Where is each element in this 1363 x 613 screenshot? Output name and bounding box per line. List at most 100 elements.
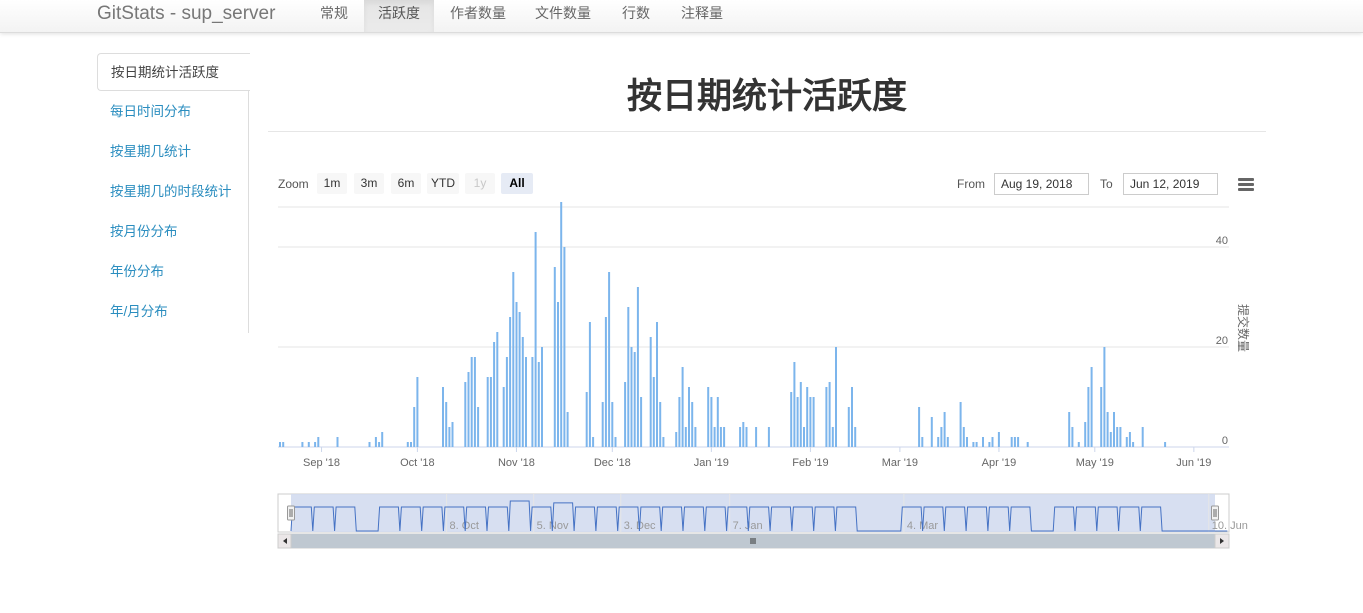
bar — [473, 357, 476, 447]
x-axis: Sep '18 Oct '18 Nov '18 Dec '18 Jan '19 Feb '… — [303, 447, 1211, 469]
bar — [723, 427, 726, 447]
bar — [588, 322, 591, 447]
navigator-scrollbar[interactable] — [277, 533, 1230, 549]
bar — [624, 382, 627, 447]
bar — [1068, 412, 1071, 447]
bar — [918, 407, 921, 447]
bar — [640, 397, 643, 447]
bar — [719, 427, 722, 447]
bar — [1087, 387, 1090, 447]
bar — [710, 397, 713, 447]
bar — [378, 442, 381, 447]
x-tick-label: Feb '19 — [792, 457, 828, 469]
navigator-tick-label: 10. Jun — [1212, 520, 1248, 532]
bar — [684, 427, 687, 447]
bar — [566, 412, 569, 447]
bar — [448, 427, 451, 447]
bar — [1026, 442, 1029, 447]
bar — [1071, 427, 1074, 447]
bar — [1013, 437, 1016, 447]
bar — [301, 442, 304, 447]
bar — [982, 437, 984, 447]
bar — [608, 272, 611, 447]
activity-chart: Sep '18 Oct '18 Nov '18 Dec '18 Jan '19 Feb '… — [277, 202, 1251, 549]
bar — [921, 437, 924, 447]
bar — [486, 377, 489, 447]
bar — [799, 382, 802, 447]
bar — [656, 322, 658, 447]
bar — [972, 442, 975, 447]
bar — [847, 407, 850, 447]
navigator[interactable]: 8. Oct 5. Nov 3. Dec 7. Jan 4. Mar 10. Jun — [277, 493, 1248, 533]
bar — [627, 307, 630, 447]
bar — [604, 317, 607, 447]
bar — [745, 427, 748, 447]
bar — [1128, 432, 1131, 447]
y-tick-label: 20 — [1216, 335, 1228, 347]
bar — [966, 437, 968, 447]
bar — [742, 422, 745, 447]
bar — [854, 427, 857, 447]
bar — [937, 437, 940, 447]
bar — [681, 367, 684, 447]
bar — [809, 397, 812, 447]
bar — [1090, 367, 1093, 447]
bar — [451, 422, 454, 447]
bar — [1132, 442, 1135, 447]
bar — [940, 427, 943, 447]
bar — [525, 357, 527, 447]
bar — [614, 437, 617, 447]
bar — [374, 437, 377, 447]
bar — [563, 247, 566, 447]
bar — [975, 442, 978, 447]
y-tick-label: 0 — [1222, 435, 1228, 447]
bar — [662, 437, 665, 447]
bar — [828, 382, 831, 447]
bar — [790, 392, 793, 447]
bar — [1125, 437, 1128, 447]
bar-series — [279, 202, 1167, 447]
bar — [381, 432, 384, 447]
bar — [739, 427, 742, 447]
y-tick-label: 40 — [1216, 235, 1228, 247]
bar — [707, 387, 710, 447]
bar — [649, 337, 652, 447]
bar — [1010, 437, 1013, 447]
bar — [755, 427, 758, 447]
bar — [531, 357, 534, 447]
bar — [694, 427, 697, 447]
bar — [713, 427, 716, 447]
bar — [505, 357, 508, 447]
bar — [534, 232, 537, 447]
bar — [806, 387, 809, 447]
bar — [675, 432, 678, 447]
bar — [1106, 412, 1109, 447]
bar — [946, 437, 949, 447]
y-axis-label: 提交数量 — [1236, 304, 1251, 352]
bar — [537, 362, 540, 447]
bar — [553, 267, 556, 447]
x-tick-label: Oct '18 — [400, 457, 435, 469]
bar — [1100, 387, 1103, 447]
bar — [831, 427, 834, 447]
navigator-left-handle[interactable] — [287, 505, 295, 521]
bar — [413, 407, 416, 447]
x-tick-label: Nov '18 — [498, 457, 535, 469]
navigator-right-handle[interactable] — [1211, 505, 1219, 521]
bar — [314, 442, 317, 447]
bar — [1116, 427, 1119, 447]
bar — [835, 347, 837, 447]
bar — [633, 352, 636, 447]
bar — [282, 442, 285, 447]
bar — [611, 402, 614, 447]
bar — [1109, 432, 1112, 447]
bar — [467, 372, 470, 447]
bar — [410, 442, 412, 447]
bar — [997, 432, 1000, 447]
bar — [991, 437, 994, 447]
bar — [470, 357, 473, 447]
x-tick-label: Apr '19 — [982, 457, 1017, 469]
bar — [585, 392, 588, 447]
x-tick-label: Jan '19 — [694, 457, 729, 469]
bar — [541, 347, 543, 447]
